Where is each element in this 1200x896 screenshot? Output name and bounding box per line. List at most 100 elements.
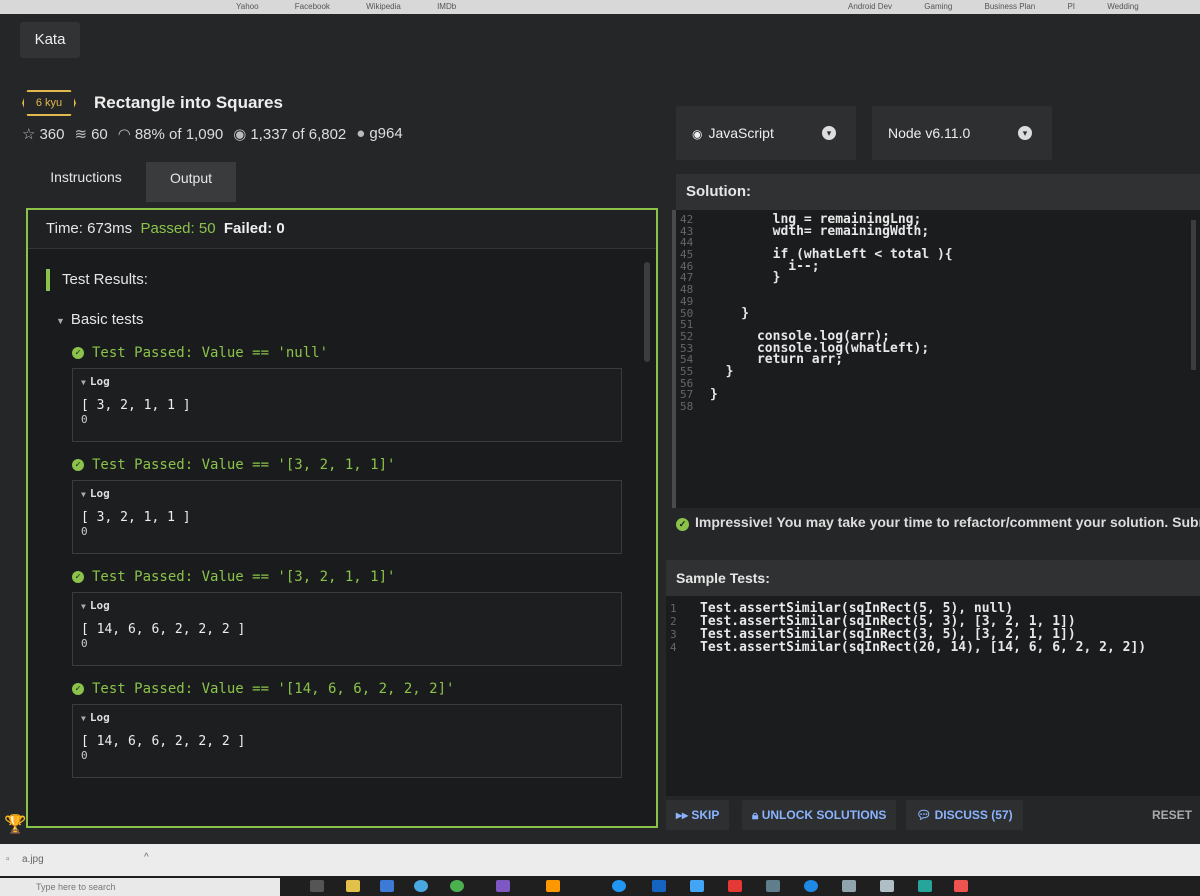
- test-group[interactable]: ▼ Basic tests: [56, 311, 656, 328]
- test-list: ✓ Test Passed: Value == 'null' ▼ Log [ 3, …: [72, 342, 656, 778]
- bookmark-wikipedia[interactable]: Wikipedia: [366, 0, 401, 14]
- bookmark-pi[interactable]: PI: [1067, 0, 1075, 14]
- app-icon[interactable]: [728, 880, 742, 892]
- log-extra: 0: [81, 749, 88, 762]
- app-icon[interactable]: [954, 880, 968, 892]
- skip-button[interactable]: ▸▸ SKIP: [666, 800, 730, 830]
- left-tabs: Instructions Output: [26, 162, 236, 202]
- stars-stat[interactable]: ☆ 360: [22, 125, 64, 143]
- test-passed-line: ✓ Test Passed: Value == '[3, 2, 1, 1]': [72, 566, 656, 588]
- app-icon[interactable]: [690, 880, 704, 892]
- bookmark-facebook[interactable]: Facebook: [295, 0, 330, 14]
- user-icon: ●: [356, 125, 366, 142]
- app-icon[interactable]: [766, 880, 780, 892]
- editor-scrollbar[interactable]: [1191, 220, 1196, 370]
- line-number: 58: [680, 400, 694, 413]
- caret-down-icon: ▼: [81, 490, 86, 499]
- code-line: 57}: [676, 388, 1200, 401]
- tab-output[interactable]: Output: [146, 162, 236, 202]
- store-icon[interactable]: [380, 880, 394, 892]
- log-toggle[interactable]: ▼ Log: [81, 599, 613, 612]
- tab-instructions[interactable]: Instructions: [26, 162, 146, 202]
- test-item: ✓ Test Passed: Value == 'null' ▼ Log [ 3, …: [72, 342, 656, 442]
- sample-tests-editor[interactable]: 1 Test.assertSimilar(sqInRect(5, 5), null…: [666, 596, 1200, 796]
- check-circle-icon: ✓: [72, 459, 84, 471]
- kata-title: Rectangle into Squares: [94, 93, 283, 112]
- language-select[interactable]: ◉ JavaScript ▾: [676, 106, 856, 160]
- solution-heading: Solution:: [676, 174, 1200, 210]
- log-block: ▼ Log [ 3, 2, 1, 1 ] 0: [72, 480, 622, 554]
- discuss-button[interactable]: 💬︎ DISCUSS (57): [906, 800, 1023, 830]
- taskbar: Type here to search: [0, 876, 1200, 896]
- code-line: 4 Test.assertSimilar(sqInRect(20, 14), [1…: [666, 641, 1200, 654]
- download-bar: ▫ a.jpg ^: [0, 844, 1200, 876]
- caret-down-icon: ▼: [81, 714, 86, 723]
- line-number: 4: [670, 641, 677, 654]
- code-text: Test.assertSimilar(sqInRect(20, 14), [14…: [700, 640, 1147, 655]
- check-circle-icon: ✓: [72, 347, 84, 359]
- unlock-solutions-button[interactable]: 🔒︎ UNLOCK SOLUTIONS: [742, 800, 897, 830]
- line-number: 3: [670, 628, 677, 641]
- log-extra: 0: [81, 525, 88, 538]
- app-icon[interactable]: [546, 880, 560, 892]
- trophy-icon[interactable]: 🏆: [4, 814, 26, 835]
- log-block: ▼ Log [ 14, 6, 6, 2, 2, 2 ] 0: [72, 592, 622, 666]
- collections-stat[interactable]: ≋ 60: [74, 125, 107, 143]
- edge-icon[interactable]: [414, 880, 428, 892]
- taskbar-search[interactable]: Type here to search: [0, 878, 280, 896]
- test-passed-line: ✓ Test Passed: Value == '[14, 6, 6, 2, 2,…: [72, 678, 656, 700]
- chevron-up-icon[interactable]: ^: [144, 852, 149, 863]
- code-line: 48: [676, 284, 1200, 296]
- kata-tab[interactable]: Kata: [20, 22, 80, 58]
- app-icon[interactable]: [612, 880, 626, 892]
- test-passed-line: ✓ Test Passed: Value == 'null': [72, 342, 656, 364]
- chrome-icon[interactable]: [450, 880, 464, 892]
- line-number: 42: [680, 213, 694, 226]
- output-scrollbar[interactable]: [644, 262, 650, 362]
- author-stat[interactable]: ● g964: [356, 125, 402, 143]
- app-icon[interactable]: [652, 880, 666, 892]
- passed-count: Passed: 50: [140, 220, 216, 237]
- bookmark-yahoo[interactable]: Yahoo: [236, 0, 259, 14]
- log-block: ▼ Log [ 3, 2, 1, 1 ] 0: [72, 368, 622, 442]
- task-view-icon[interactable]: [310, 880, 324, 892]
- log-extra: 0: [81, 413, 88, 426]
- success-message: ✓ Impressive! You may take your time to r…: [676, 514, 1200, 531]
- app-icon[interactable]: [918, 880, 932, 892]
- code-icon: ◉: [692, 127, 703, 141]
- kata-header: 6 kyu Rectangle into Squares: [22, 90, 283, 116]
- sample-tests-heading: Sample Tests:: [666, 560, 1200, 596]
- code-line: 49: [676, 296, 1200, 308]
- code-line: 56: [676, 377, 1200, 390]
- log-toggle[interactable]: ▼ Log: [81, 375, 613, 388]
- log-toggle[interactable]: ▼ Log: [81, 711, 613, 724]
- check-circle-icon: ✓: [676, 518, 689, 531]
- test-item: ✓ Test Passed: Value == '[3, 2, 1, 1]' ▼ L…: [72, 566, 656, 666]
- code-line: 55 }: [676, 365, 1200, 378]
- solution-editor[interactable]: 42 lng = remainingLng; 43 wdth= remaining…: [672, 210, 1200, 508]
- gauge-icon: ◠: [117, 126, 131, 143]
- line-number: 52: [680, 329, 694, 343]
- reset-button[interactable]: RESET: [1142, 800, 1200, 830]
- download-file[interactable]: a.jpg: [22, 854, 44, 865]
- bookmark-android-dev[interactable]: Android Dev: [848, 0, 892, 14]
- app-icon[interactable]: [496, 880, 510, 892]
- line-number: 45: [680, 248, 694, 262]
- folder-icon[interactable]: [346, 880, 360, 892]
- bookmark-gaming[interactable]: Gaming: [924, 0, 952, 14]
- code-line: 43 wdth= remainingWdth;: [676, 225, 1200, 238]
- app-icon[interactable]: [804, 880, 818, 892]
- bookmark-business-plan[interactable]: Business Plan: [985, 0, 1036, 14]
- check-circle-icon: ✓: [72, 571, 84, 583]
- target-icon: ◉: [233, 126, 247, 143]
- line-number: 49: [680, 294, 694, 308]
- chevron-down-icon: ▾: [1018, 126, 1032, 140]
- bookmark-wedding[interactable]: Wedding: [1107, 0, 1138, 14]
- app-icon[interactable]: [842, 880, 856, 892]
- runtime-select[interactable]: Node v6.11.0 ▾: [872, 106, 1052, 160]
- log-value: [ 14, 6, 6, 2, 2, 2 ]: [81, 734, 246, 749]
- log-toggle[interactable]: ▼ Log: [81, 487, 613, 500]
- app-icon[interactable]: [880, 880, 894, 892]
- bookmark-imdb[interactable]: IMDb: [437, 0, 456, 14]
- code-line: 54 return arr;: [676, 353, 1200, 366]
